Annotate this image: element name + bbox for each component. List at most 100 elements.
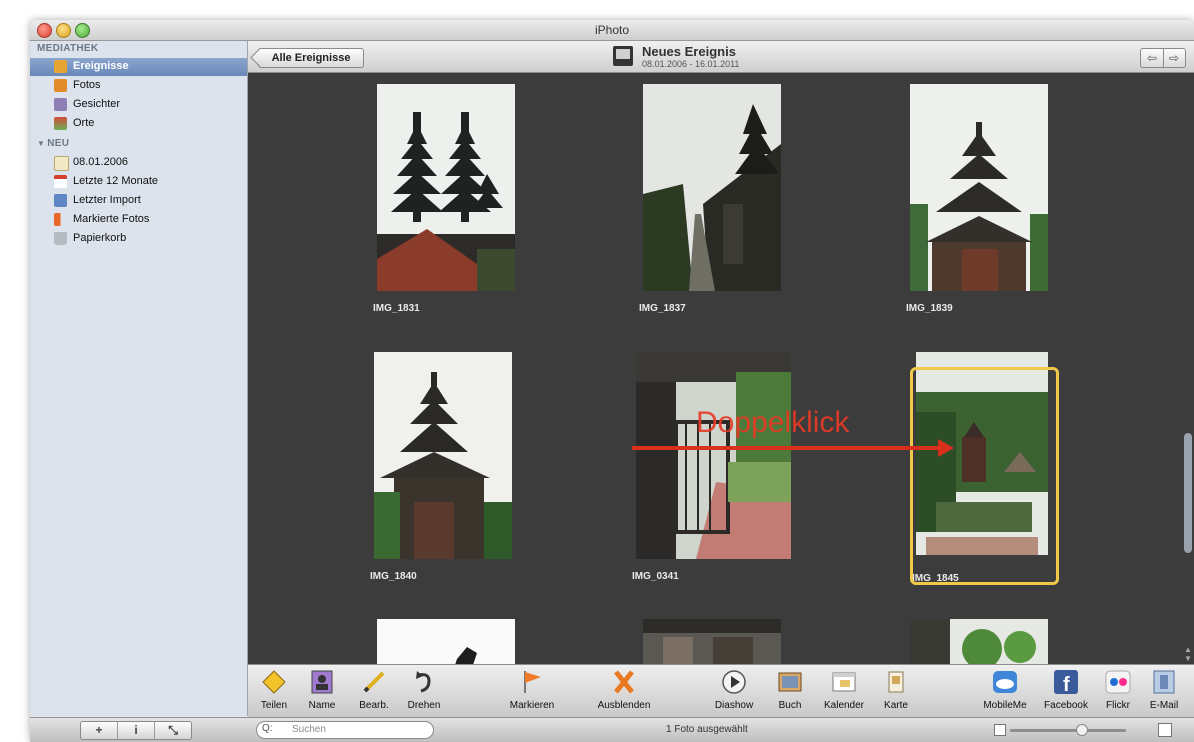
toolbar-label: Facebook [1044,700,1088,711]
vertical-scrollbar[interactable]: ▲ ▼ [1182,73,1194,664]
sidebar-item-event-date[interactable]: 08.01.2006 [30,154,247,172]
mobileme-button[interactable]: MobileMe [978,669,1032,711]
toolbar-label: Teilen [260,700,288,711]
name-icon [309,669,335,695]
next-event-button[interactable]: ⇨ [1163,49,1185,67]
share-icon [261,669,287,695]
event-navigation: ⇦ ⇨ [1140,48,1186,68]
photo-title: IMG_1837 [639,303,686,314]
toolbar-label: Markieren [509,700,555,711]
event-date-range: 08.01.2006 - 16.01.2011 [642,59,740,69]
flag-icon [54,213,67,226]
search-placeholder: Suchen [292,724,326,735]
photo-grid: IMG_1831 IMG_1837 IMG_1839 IMG_1840 IMG_… [248,73,1182,664]
flickr-icon [1105,669,1131,695]
iphoto-window: iPhoto MEDIATHEK Ereignisse Fotos Gesich… [30,20,1194,742]
svg-text:f: f [1063,674,1070,695]
sidebar-item-label: 08.01.2006 [73,156,129,168]
facebook-icon: f [1053,669,1079,696]
scroll-up-arrow-icon[interactable]: ▲ [1184,645,1192,654]
email-button[interactable]: E-Mail [1144,669,1184,711]
toolbar-label: Ausblenden [597,700,651,711]
share-button[interactable]: Teilen [256,669,292,711]
toolbar-label: Bearb. [359,700,389,711]
calendar-icon [54,175,67,188]
slideshow-button[interactable]: Diashow [706,669,762,711]
scroll-down-arrow-icon[interactable]: ▼ [1184,654,1192,663]
info-button[interactable]: i [118,722,155,739]
email-icon [1151,669,1177,695]
photo-thumbnail [377,619,515,664]
edit-button[interactable]: Bearb. [356,669,392,711]
sidebar-header-new-label: NEU [47,138,70,149]
toolbar-label: Buch [778,700,802,711]
sidebar-item-last-import[interactable]: Letzter Import [30,192,247,210]
facebook-button[interactable]: f Facebook [1038,669,1094,711]
search-icon: Q: [262,723,273,734]
sidebar-header-library: MEDIATHEK [37,43,99,54]
photo-title: IMG_0341 [632,571,679,582]
previous-event-button[interactable]: ⇦ [1141,49,1164,67]
sidebar-item-events[interactable]: Ereignisse [30,58,247,76]
hide-icon [611,669,637,695]
photo-thumbnail [636,352,791,559]
sidebar-item-label: Papierkorb [73,232,127,244]
search-field[interactable]: Q: Suchen [256,721,434,739]
name-button[interactable]: Name [304,669,340,711]
photo-thumbnail [643,619,781,664]
toolbar-label: Kalender [823,700,865,711]
fullscreen-button[interactable]: ⤡ [155,722,191,739]
disclosure-triangle-icon: ▼ [37,139,46,148]
toolbar-label: Diashow [714,700,754,711]
toolbar-label: Name [308,700,336,711]
rotate-icon [411,669,437,695]
calendar-icon [831,669,857,695]
status-bar: + i ⤡ Q: Suchen 1 Foto ausgewählt [30,717,1194,742]
sidebar-item-last-12-months[interactable]: Letzte 12 Monate [30,173,247,191]
event-header-bar: Alle Ereignisse Neues Ereignis 08.01.200… [248,41,1194,73]
sidebar-item-faces[interactable]: Gesichter [30,96,247,114]
photo-thumbnail [643,84,781,291]
book-button[interactable]: Buch [772,669,808,711]
sidebar-item-label: Ereignisse [73,60,129,72]
sidebar-item-label: Fotos [73,79,101,91]
book-icon [777,669,803,695]
sidebar-item-trash[interactable]: Papierkorb [30,230,247,248]
flag-button[interactable]: Markieren [504,669,560,711]
window-title: iPhoto [594,23,630,37]
annotation-arrow [632,439,954,457]
scrollbar-thumb[interactable] [1184,433,1192,553]
selection-highlight [910,367,1059,585]
hide-button[interactable]: Ausblenden [592,669,656,711]
photo-title: IMG_1831 [373,303,420,314]
calendar-button[interactable]: Kalender [818,669,870,711]
sidebar-item-places[interactable]: Orte [30,115,247,133]
toolbar-label: E-Mail [1149,700,1179,711]
sidebar-item-photos[interactable]: Fotos [30,77,247,95]
photo-thumbnail [910,84,1048,291]
zoom-slider-knob[interactable] [1076,724,1088,736]
flickr-button[interactable]: Flickr [1100,669,1136,711]
sidebar-item-flagged[interactable]: Markierte Fotos [30,211,247,229]
photo-title: IMG_1839 [906,303,953,314]
all-events-button[interactable]: Alle Ereignisse [258,48,364,68]
photo-thumbnail [377,84,515,291]
small-thumbnail-icon [994,724,1006,736]
edit-icon [361,669,387,695]
sidebar-item-label: Letzte 12 Monate [73,175,159,187]
sidebar-header-new[interactable]: ▼ NEU [37,138,69,149]
add-button[interactable]: + [81,722,118,739]
photo-title: IMG_1840 [370,571,417,582]
toolbar-label: Drehen [407,700,441,711]
event-title: Neues Ereignis [642,44,736,59]
selection-status: 1 Foto ausgewählt [666,724,748,735]
event-icon [54,156,69,171]
bottom-toolbar: Teilen Name Bearb. Drehen Markieren Ausb… [248,664,1194,717]
photos-icon [54,79,67,92]
card-button[interactable]: Karte [878,669,914,711]
zoom-slider[interactable] [1010,724,1126,736]
places-icon [54,117,67,130]
rotate-button[interactable]: Drehen [404,669,444,711]
toolbar-label: Flickr [1106,700,1130,711]
photo-thumbnail [374,352,512,559]
